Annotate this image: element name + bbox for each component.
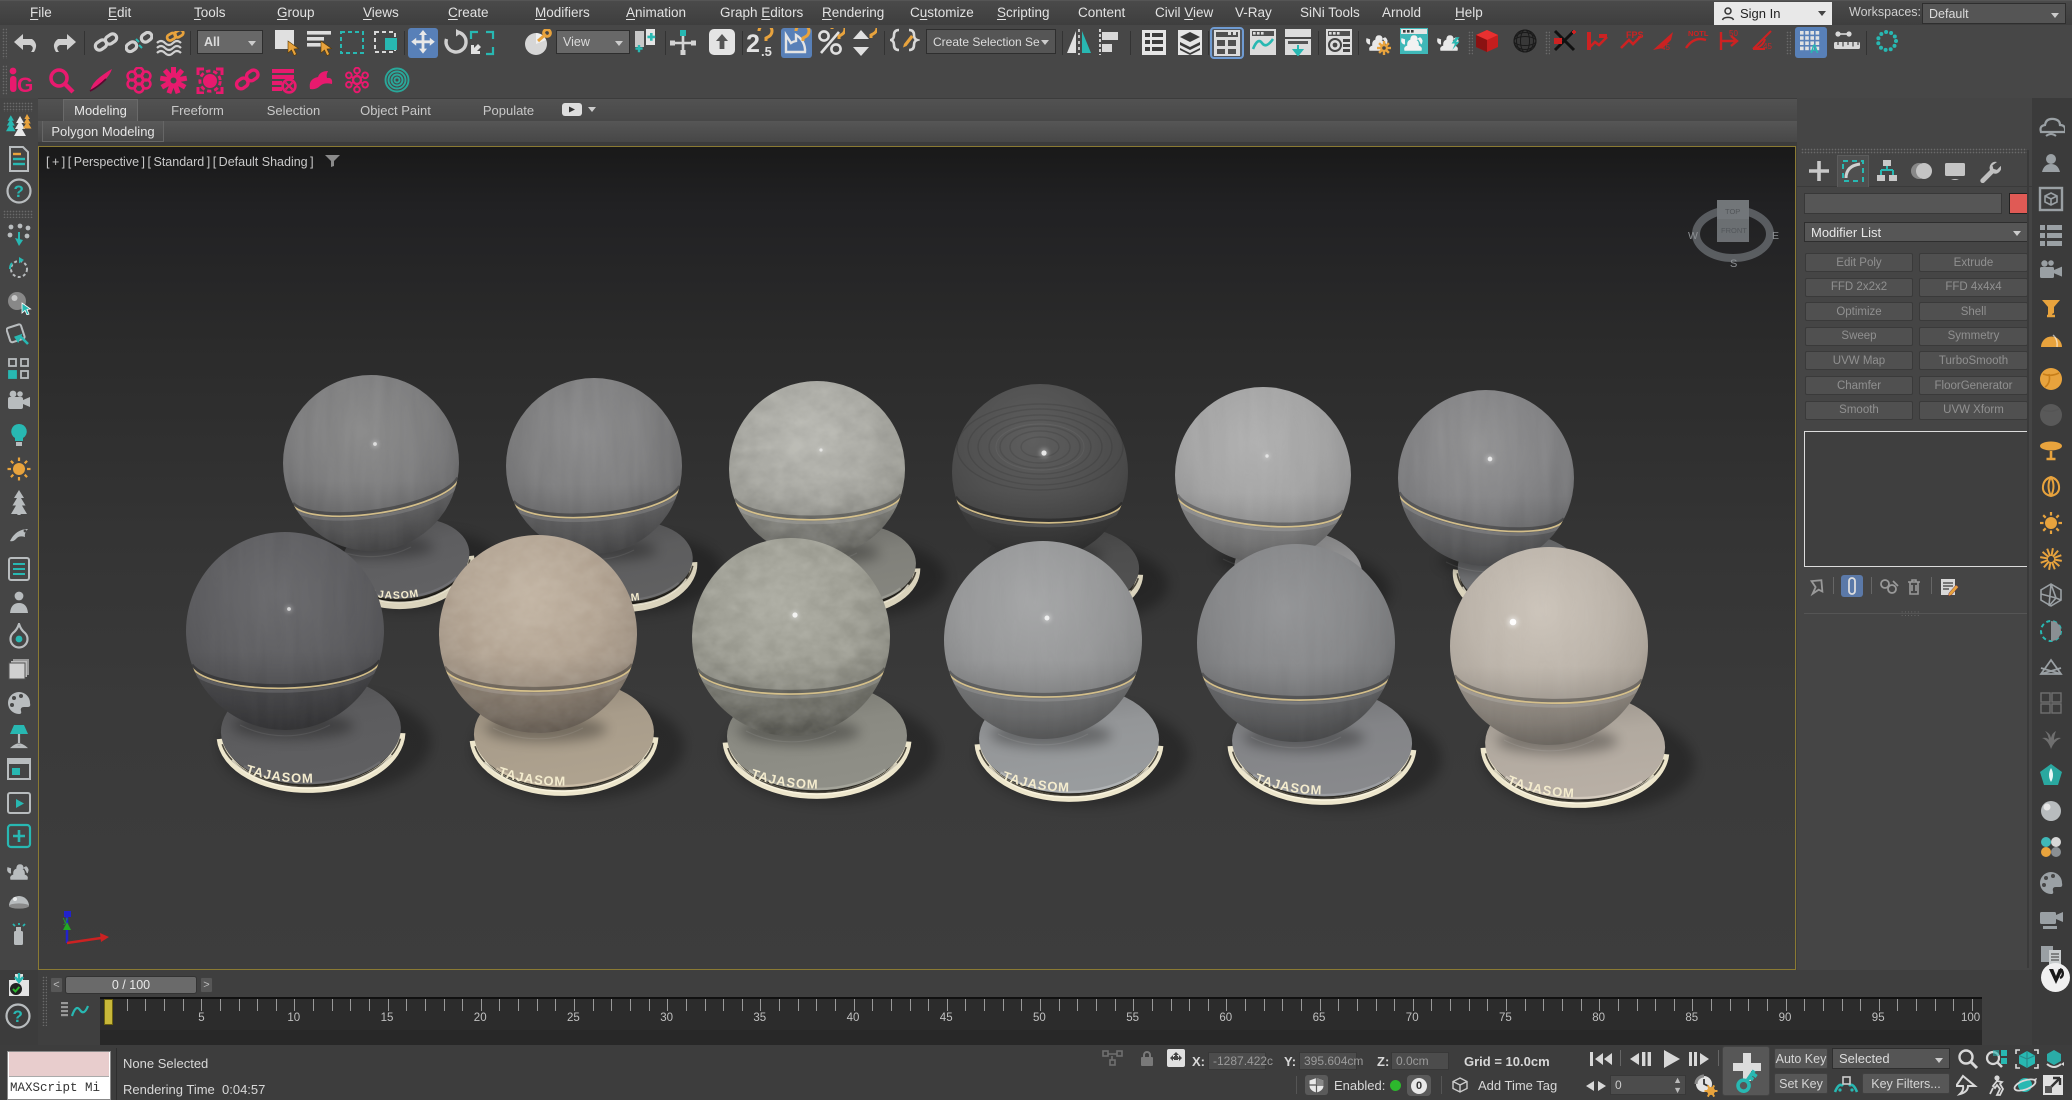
svg-text:y: y bbox=[63, 915, 68, 925]
svg-text:?: ? bbox=[13, 1007, 23, 1026]
svg-text:G: G bbox=[17, 74, 33, 94]
svg-text:TOP: TOP bbox=[1725, 207, 1740, 216]
svg-text:S: S bbox=[1730, 258, 1737, 270]
svg-text:50: 50 bbox=[1729, 29, 1738, 38]
svg-text:A: A bbox=[1810, 42, 1819, 56]
svg-text:E: E bbox=[1772, 230, 1779, 242]
svg-text:FRONT: FRONT bbox=[1721, 226, 1747, 235]
svg-text:FPS: FPS bbox=[1626, 30, 1644, 40]
svg-text:45: 45 bbox=[1763, 42, 1772, 51]
svg-text:?: ? bbox=[14, 182, 24, 201]
svg-text:W: W bbox=[1688, 230, 1698, 242]
svg-text:NOTL: NOTL bbox=[1688, 29, 1709, 38]
svg-text:2: 2 bbox=[746, 30, 760, 58]
svg-text:45: 45 bbox=[1661, 43, 1670, 52]
svg-text:.5: .5 bbox=[761, 44, 772, 58]
